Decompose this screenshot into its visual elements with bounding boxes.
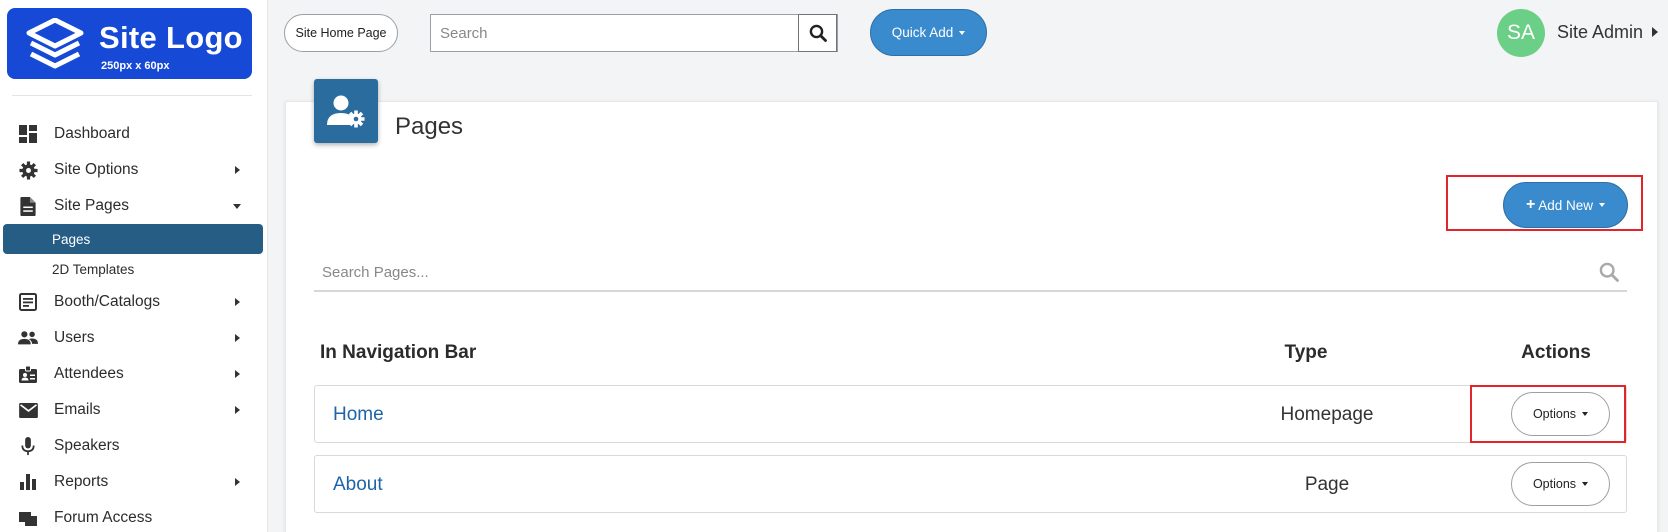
chevron-right-icon bbox=[235, 166, 240, 174]
chevron-right-icon[interactable] bbox=[1652, 27, 1658, 37]
sidebar-item-dashboard[interactable]: Dashboard bbox=[0, 116, 267, 152]
sidebar-divider bbox=[12, 95, 252, 96]
sidebar-item-label: Emails bbox=[54, 401, 101, 418]
options-button[interactable]: Options bbox=[1511, 462, 1610, 506]
page-type: Page bbox=[1304, 474, 1350, 495]
table-row: About Page Options bbox=[314, 455, 1627, 513]
chevron-right-icon bbox=[235, 406, 240, 414]
chevron-right-icon bbox=[235, 298, 240, 306]
sidebar-item-label: Site Options bbox=[54, 161, 139, 178]
sidebar-item-label: Reports bbox=[54, 473, 109, 490]
bar-chart-icon bbox=[18, 472, 38, 492]
sidebar-item-label: Booth/Catalogs bbox=[54, 293, 160, 310]
sidebar-subitem-2d-templates[interactable]: 2D Templates bbox=[0, 254, 267, 284]
page-link[interactable]: About bbox=[333, 474, 383, 496]
layers-icon bbox=[26, 18, 84, 69]
caret-down-icon bbox=[1599, 203, 1606, 207]
avatar[interactable]: SA bbox=[1497, 9, 1545, 57]
sidebar-item-attendees[interactable]: Attendees bbox=[0, 356, 267, 392]
site-logo[interactable]: Site Logo 250px x 60px bbox=[7, 8, 252, 79]
page-type: Homepage bbox=[1280, 404, 1374, 425]
caret-down-icon bbox=[1582, 482, 1589, 486]
sidebar-item-booth-catalogs[interactable]: Booth/Catalogs bbox=[0, 284, 267, 320]
highlight-box bbox=[1470, 385, 1626, 443]
search-input[interactable] bbox=[431, 15, 799, 51]
sidebar-item-reports[interactable]: Reports bbox=[0, 464, 267, 500]
search-icon bbox=[809, 24, 827, 42]
sidebar-item-label: Site Pages bbox=[54, 197, 129, 214]
quick-add-label: Quick Add bbox=[891, 25, 954, 40]
user-menu-name[interactable]: Site Admin bbox=[1557, 22, 1643, 43]
chevron-right-icon bbox=[235, 334, 240, 342]
chevron-right-icon bbox=[235, 370, 240, 378]
add-new-button[interactable]: + Add New bbox=[1503, 182, 1628, 228]
site-home-page-button[interactable]: Site Home Page bbox=[284, 14, 398, 52]
sidebar-item-users[interactable]: Users bbox=[0, 320, 267, 356]
forum-icon bbox=[18, 508, 38, 528]
user-settings-icon bbox=[327, 95, 365, 128]
pages-search-input[interactable] bbox=[314, 256, 1584, 288]
plus-icon: + bbox=[1525, 196, 1536, 213]
chevron-down-icon bbox=[233, 204, 241, 209]
table-row: Home Homepage Options bbox=[314, 385, 1627, 443]
page-link[interactable]: Home bbox=[333, 404, 384, 426]
sidebar-item-label: Dashboard bbox=[54, 125, 130, 142]
logo-title: Site Logo bbox=[99, 20, 243, 55]
search-button[interactable] bbox=[798, 14, 837, 52]
dashboard-icon bbox=[18, 124, 38, 144]
column-header-actions: Actions bbox=[1521, 342, 1591, 363]
badge-icon bbox=[18, 364, 38, 384]
page-title: Pages bbox=[395, 113, 464, 140]
gear-icon bbox=[18, 160, 38, 180]
sidebar-item-label: Attendees bbox=[54, 365, 124, 382]
sidebar-subitem-pages[interactable]: Pages bbox=[3, 224, 263, 254]
sidebar: Site Logo 250px x 60px Dashboard Site Op… bbox=[0, 0, 268, 532]
sidebar-item-forum-access[interactable]: Forum Access bbox=[0, 500, 267, 532]
sidebar-item-site-pages[interactable]: Site Pages bbox=[0, 188, 267, 224]
add-new-label: Add New bbox=[1538, 197, 1594, 213]
caret-down-icon bbox=[959, 30, 966, 35]
column-header-type: Type bbox=[1284, 342, 1328, 363]
sidebar-item-label: Speakers bbox=[54, 437, 120, 454]
pages-search bbox=[314, 256, 1627, 292]
microphone-icon bbox=[18, 436, 38, 456]
sidebar-item-label: Forum Access bbox=[54, 509, 153, 526]
sidebar-item-emails[interactable]: Emails bbox=[0, 392, 267, 428]
search-icon[interactable] bbox=[1599, 262, 1619, 282]
catalog-icon bbox=[18, 292, 38, 312]
options-label: Options bbox=[1532, 477, 1577, 491]
sidebar-nav: Dashboard Site Options Site Pages Pages … bbox=[0, 116, 267, 532]
sidebar-item-speakers[interactable]: Speakers bbox=[0, 428, 267, 464]
global-search bbox=[430, 14, 838, 52]
page-header-icon bbox=[314, 79, 378, 143]
logo-subtitle: 250px x 60px bbox=[101, 60, 170, 72]
users-icon bbox=[18, 328, 38, 348]
document-icon bbox=[18, 196, 38, 216]
column-header-navigation: In Navigation Bar bbox=[320, 342, 477, 363]
quick-add-button[interactable]: Quick Add bbox=[870, 9, 987, 56]
sidebar-item-label: Users bbox=[54, 329, 95, 346]
sidebar-item-site-options[interactable]: Site Options bbox=[0, 152, 267, 188]
envelope-icon bbox=[18, 400, 38, 420]
chevron-right-icon bbox=[235, 478, 240, 486]
